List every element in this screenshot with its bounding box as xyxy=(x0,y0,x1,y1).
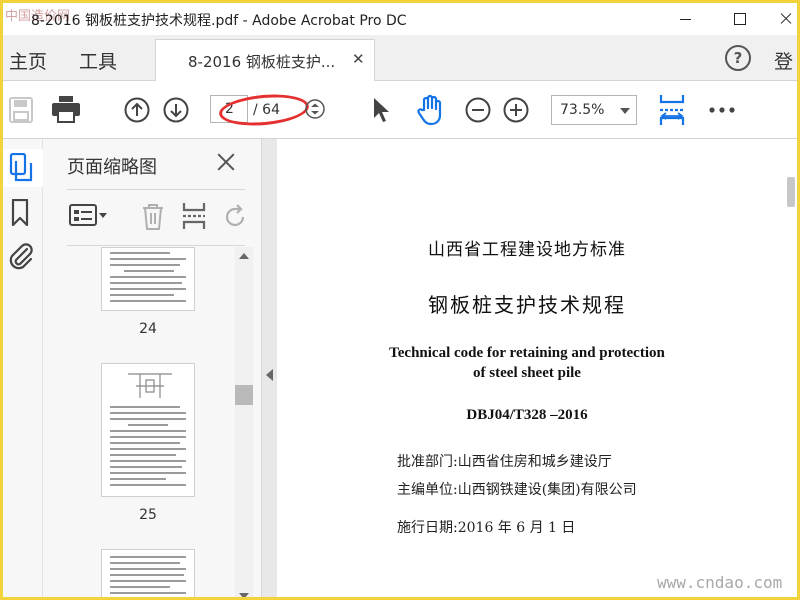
tab-document[interactable]: 8-2016 钢板桩支护... ✕ xyxy=(155,39,375,81)
help-icon[interactable]: ? xyxy=(725,45,751,71)
zoom-value: 73.5% xyxy=(560,102,605,118)
zoom-in-icon[interactable] xyxy=(503,97,529,123)
doc-title-line1: 山西省工程建设地方标准 xyxy=(428,240,626,260)
title-bar: 中国造价网 8-2016 钢板桩支护技术规程.pdf - Adobe Acrob… xyxy=(3,3,797,35)
doc-english-title-line1: Technical code for retaining and protect… xyxy=(389,345,665,361)
chevron-down-icon xyxy=(620,108,630,114)
watermark-text: www.cndao.com xyxy=(657,573,783,592)
document-scroll-thumb[interactable] xyxy=(787,177,795,207)
thumbnail-options-icon[interactable] xyxy=(69,203,109,229)
thumbnail-page-26[interactable] xyxy=(101,549,195,597)
page-thumbnails-icon[interactable] xyxy=(9,153,33,183)
document-page: 山西省工程建设地方标准 钢板桩支护技术规程 Technical code for… xyxy=(277,139,797,597)
select-arrow-icon[interactable] xyxy=(371,96,391,124)
doc-editor: 主编单位:山西钢铁建设(集团)有限公司 xyxy=(397,482,637,498)
panel-splitter[interactable] xyxy=(261,139,277,597)
thumbnail-label: 25 xyxy=(139,507,157,523)
bookmark-icon[interactable] xyxy=(11,199,29,227)
tab-tools[interactable]: 工具 xyxy=(79,47,117,74)
tab-document-label: 8-2016 钢板桩支护... xyxy=(188,53,336,71)
page-stepper-icon[interactable] xyxy=(305,99,325,119)
signin-button[interactable]: 登 xyxy=(774,47,793,74)
panel-divider xyxy=(67,245,245,246)
collapse-panel-icon[interactable] xyxy=(266,369,273,381)
thumbnail-label: 24 xyxy=(139,321,157,337)
thumbnail-scrollbar[interactable] xyxy=(235,247,253,597)
doc-standard-code: DBJ04/T328 –2016 xyxy=(466,407,588,423)
attachment-icon[interactable] xyxy=(7,241,35,271)
doc-title-line2: 钢板桩支护技术规程 xyxy=(428,293,626,317)
zoom-dropdown[interactable]: 73.5% xyxy=(551,95,637,125)
more-icon[interactable] xyxy=(709,107,735,113)
toolbar: 2 / 64 73.5% xyxy=(3,81,797,139)
window-title: 8-2016 钢板桩支护技术规程.pdf - Adobe Acrobat Pro… xyxy=(31,13,407,29)
scroll-up-icon[interactable] xyxy=(239,253,249,259)
delete-icon[interactable] xyxy=(141,203,165,231)
thumbnails-panel: 页面缩略图 24 25 xyxy=(43,139,261,597)
page-number-input[interactable]: 2 xyxy=(210,95,248,123)
page-total-label: / 64 xyxy=(253,102,280,118)
next-page-icon[interactable] xyxy=(163,97,189,123)
minimize-button[interactable] xyxy=(671,7,701,31)
app-window: 中国造价网 8-2016 钢板桩支护技术规程.pdf - Adobe Acrob… xyxy=(0,0,800,600)
close-panel-icon[interactable] xyxy=(215,151,237,173)
zoom-out-icon[interactable] xyxy=(465,97,491,123)
tab-home[interactable]: 主页 xyxy=(9,47,47,74)
doc-english-title-line2: of steel sheet pile xyxy=(473,365,581,381)
extract-page-icon[interactable] xyxy=(181,201,207,231)
tab-bar: 主页 工具 8-2016 钢板桩支护... ✕ ? 登 xyxy=(3,35,797,81)
left-rail xyxy=(3,139,43,597)
fit-width-icon[interactable] xyxy=(658,93,686,127)
maximize-button[interactable] xyxy=(725,7,755,31)
scroll-thumb[interactable] xyxy=(235,385,253,405)
thumbnail-list: 24 25 xyxy=(43,247,233,597)
doc-effective-date: 施行日期:2016 年 6 月 1 日 xyxy=(397,520,576,536)
hand-tool-icon[interactable] xyxy=(415,94,445,126)
print-icon[interactable] xyxy=(51,95,81,123)
prev-page-icon[interactable] xyxy=(124,97,150,123)
close-window-button[interactable] xyxy=(771,7,797,31)
panel-divider xyxy=(67,189,245,190)
rotate-icon[interactable] xyxy=(223,203,247,229)
thumbnail-page-24[interactable] xyxy=(101,247,195,311)
thumbnail-page-25[interactable] xyxy=(101,363,195,497)
panel-title: 页面缩略图 xyxy=(67,157,157,178)
close-tab-icon[interactable]: ✕ xyxy=(352,50,365,68)
scroll-down-icon[interactable] xyxy=(239,593,249,597)
save-icon[interactable] xyxy=(9,97,33,123)
doc-approver: 批准部门:山西省住房和城乡建设厅 xyxy=(397,454,612,470)
